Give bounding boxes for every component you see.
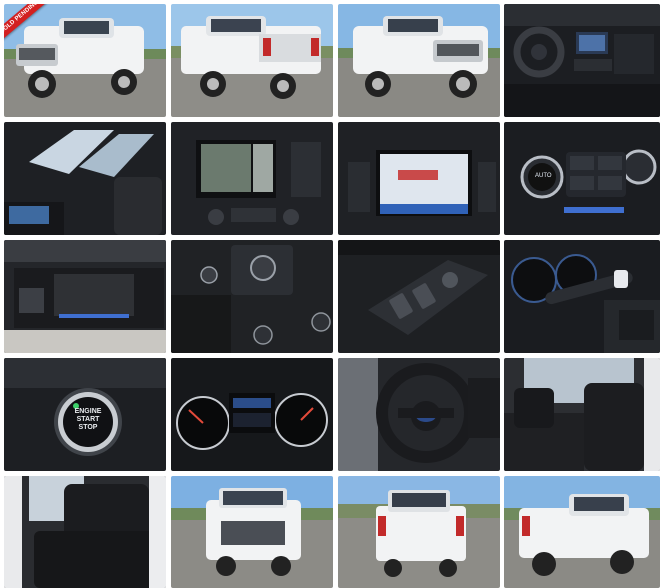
engine-label-line3: STOP: [78, 424, 98, 431]
photo-start-button[interactable]: ENGINE START STOP: [4, 358, 166, 471]
engine-label-line1: ENGINE: [74, 408, 102, 415]
photo-console-pad[interactable]: [4, 240, 166, 353]
photo-climate-controls[interactable]: AUTO: [504, 122, 660, 235]
photo-gauge-stalk[interactable]: [504, 240, 660, 353]
photo-nav-screen[interactable]: [338, 122, 500, 235]
photo-front-quarter[interactable]: SOLD PENDING: [4, 4, 166, 117]
climate-auto-readout: AUTO: [535, 173, 552, 179]
photo-dashboard[interactable]: [504, 4, 660, 117]
photo-rear-quarter-2[interactable]: [504, 476, 660, 588]
photo-door-controls[interactable]: [338, 240, 500, 353]
photo-gallery: SOLD PENDING AUTO ENGINE START STOP: [0, 0, 662, 588]
engine-start-stop-label: ENGINE START STOP: [63, 408, 113, 432]
photo-rear-view[interactable]: [338, 476, 500, 588]
photo-camera-screen[interactable]: [171, 122, 333, 235]
photo-front-seats[interactable]: [504, 358, 660, 471]
photo-headlight-switch[interactable]: [171, 240, 333, 353]
photo-sunroof[interactable]: [4, 122, 166, 235]
photo-rear-seats[interactable]: [4, 476, 166, 588]
photo-front-quarter-2[interactable]: [338, 4, 500, 117]
engine-label-line2: START: [76, 416, 100, 423]
photo-gauge-cluster[interactable]: [171, 358, 333, 471]
photo-front-view[interactable]: [171, 476, 333, 588]
photo-rear-quarter[interactable]: [171, 4, 333, 117]
photo-steering-wheel[interactable]: [338, 358, 500, 471]
